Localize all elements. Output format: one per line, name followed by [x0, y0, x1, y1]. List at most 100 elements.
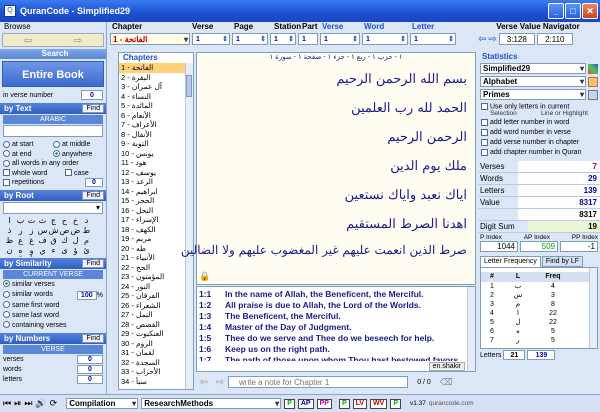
- at-start-option[interactable]: at start: [3, 140, 53, 150]
- chapter-list-item[interactable]: 19 - مريم: [119, 234, 185, 244]
- chapter-list-item[interactable]: 33 - الأحزاب: [119, 367, 185, 377]
- tag-p[interactable]: P: [284, 398, 295, 409]
- root-letter-button[interactable]: ز: [26, 226, 37, 236]
- root-letter-button[interactable]: ه: [15, 246, 26, 256]
- find-text-button[interactable]: Find: [82, 104, 104, 113]
- use-only-letters-checkbox[interactable]: Use only letters in current: [478, 101, 600, 110]
- vvn-verse-b[interactable]: 2:110: [536, 33, 573, 45]
- similarity-percent-input[interactable]: 100: [76, 290, 97, 300]
- root-letter-button[interactable]: خ: [70, 216, 81, 226]
- repetitions-checkbox[interactable]: repetitions: [3, 178, 44, 188]
- root-letter-button[interactable]: ث: [37, 216, 48, 226]
- root-letter-button[interactable]: ج: [48, 216, 59, 226]
- chapter-list-item[interactable]: 10 - يونس: [119, 149, 185, 159]
- arabic-verse[interactable]: الحمد لله رب العلمين: [199, 94, 467, 123]
- chapter-list-item[interactable]: 24 - النور: [119, 282, 185, 292]
- translation-row[interactable]: 1:5 Thee do we serve and Thee do we besee…: [199, 333, 465, 344]
- arabic-verse[interactable]: بسم الله الرحمن الرحيم: [199, 65, 467, 94]
- freq-row[interactable]: 4 ا 22: [481, 309, 597, 318]
- translation-row[interactable]: 1:7 The path of those upon whom Thou hast…: [199, 355, 465, 361]
- chapter-list-item[interactable]: 26 - الشعراء: [119, 301, 185, 311]
- root-letter-button[interactable]: س: [37, 226, 48, 236]
- root-letter-button[interactable]: ئ: [81, 246, 92, 256]
- chapter-list-item[interactable]: 28 - القصص: [119, 320, 185, 330]
- chapter-list-item[interactable]: 5 - المائدة: [119, 101, 185, 111]
- similar-verses-option[interactable]: similar verses: [3, 280, 103, 290]
- chapter-list-item[interactable]: 17 - الإسراء: [119, 215, 185, 225]
- verse-number-input[interactable]: 0: [81, 90, 103, 100]
- tag-p3[interactable]: P: [390, 398, 401, 409]
- chapter-list-item[interactable]: 4 - النساء: [119, 92, 185, 102]
- chapter-list-item[interactable]: 22 - الحج: [119, 263, 185, 273]
- note-input[interactable]: [228, 376, 408, 388]
- add-number-checkbox[interactable]: add word number in verse: [481, 128, 597, 138]
- tag-pp[interactable]: PP: [316, 398, 332, 409]
- chapter-list-item[interactable]: 23 - المؤمنون: [119, 272, 185, 282]
- freq-scrollbar[interactable]: [589, 268, 597, 349]
- same-first-word-option[interactable]: same first word: [3, 301, 103, 311]
- root-letter-button[interactable]: د: [81, 216, 92, 226]
- root-letter-button[interactable]: ش: [48, 226, 59, 236]
- root-select[interactable]: ▾: [3, 201, 103, 214]
- letter-order-select[interactable]: Alphabet: [480, 76, 586, 87]
- number-row-input[interactable]: 0: [77, 375, 103, 384]
- root-letter-button[interactable]: ى: [59, 246, 70, 256]
- maximize-button[interactable]: □: [565, 3, 581, 19]
- freq-row[interactable]: 6 ه 5: [481, 327, 597, 336]
- chapter-list-item[interactable]: 18 - الكهف: [119, 225, 185, 235]
- chapter-list-item[interactable]: 1 - الفاتحة: [119, 63, 185, 73]
- station-spinner[interactable]: 1 ⇕: [270, 33, 296, 45]
- chapter-list-item[interactable]: 11 - هود: [119, 158, 185, 168]
- root-letter-button[interactable]: ؤ: [70, 246, 81, 256]
- translation-scrollbar[interactable]: [467, 287, 475, 371]
- arabic-verse[interactable]: اهدنا الصرط المستقيم: [199, 210, 467, 239]
- numbers-icon[interactable]: [588, 89, 598, 100]
- chapter-list-item[interactable]: 32 - السجدة: [119, 358, 185, 368]
- root-letter-button[interactable]: ح: [59, 216, 70, 226]
- part-verse-spinner[interactable]: 1 ⇕: [320, 33, 360, 45]
- root-letter-button[interactable]: ق: [48, 236, 59, 246]
- root-letter-button[interactable]: ض: [70, 226, 81, 236]
- add-number-checkbox[interactable]: add chapter number in Quran: [481, 148, 597, 158]
- lock-icon[interactable]: 🔒: [199, 271, 210, 282]
- root-letter-button[interactable]: ي: [37, 246, 48, 256]
- translator-select[interactable]: en.shakir: [428, 362, 465, 371]
- tag-ap[interactable]: AP: [297, 398, 314, 409]
- text-mode-select[interactable]: Simplified29: [480, 63, 586, 74]
- arabic-verse[interactable]: صرط الذين انعمت عليهم غير المغضوب عليهم …: [181, 239, 467, 261]
- chapter-list-item[interactable]: 30 - الروم: [119, 339, 185, 349]
- translation-row[interactable]: 1:2 All praise is due to Allah, the Lord …: [199, 300, 465, 311]
- text-search-input[interactable]: [3, 125, 103, 137]
- root-letter-button[interactable]: آ: [15, 256, 26, 257]
- find-similar-button[interactable]: Find: [82, 258, 104, 268]
- chapter-list-item[interactable]: 34 - سبأ: [119, 377, 185, 387]
- chapter-list-item[interactable]: 7 - الأعراف: [119, 120, 185, 130]
- letter-spinner[interactable]: 1 ⇕: [410, 33, 456, 45]
- freq-row[interactable]: 5 ل 22: [481, 318, 597, 327]
- freq-row[interactable]: 7 ر 5: [481, 336, 597, 345]
- chapter-list-item[interactable]: 31 - لقمان: [119, 348, 185, 358]
- similar-words-option[interactable]: similar words: [3, 290, 53, 300]
- find-numbers-button[interactable]: Find: [82, 333, 104, 343]
- chapter-list-item[interactable]: 12 - يوسف: [119, 168, 185, 178]
- entire-book-button[interactable]: Entire Book: [2, 61, 104, 87]
- minimize-button[interactable]: _: [548, 3, 564, 19]
- any-order-option[interactable]: all words in any order: [3, 159, 103, 169]
- root-letter-button[interactable]: ط: [81, 226, 92, 236]
- chapter-list-item[interactable]: 29 - العنكبوت: [119, 329, 185, 339]
- note-prev-icon[interactable]: ⇦: [196, 377, 212, 388]
- chapters-scrollbar[interactable]: [185, 63, 193, 389]
- root-letter-button[interactable]: ظ: [4, 236, 15, 246]
- vvn-prev-icon[interactable]: ⇦: [478, 34, 486, 45]
- root-letter-button[interactable]: ف: [37, 236, 48, 246]
- arabic-verse[interactable]: الرحمن الرحيم: [199, 123, 467, 152]
- order-icon[interactable]: [588, 76, 598, 87]
- number-type-select[interactable]: Primes: [480, 89, 586, 100]
- chapter-list-item[interactable]: 2 - البقرة: [119, 73, 185, 83]
- root-letter-button[interactable]: إ: [37, 256, 48, 257]
- repeat-icon[interactable]: ⟳: [50, 398, 58, 409]
- case-checkbox[interactable]: case: [65, 169, 89, 179]
- play-icon[interactable]: ⏮: [3, 398, 11, 409]
- at-middle-option[interactable]: at middle: [53, 140, 90, 150]
- word-spinner[interactable]: 1 ⇕: [362, 33, 408, 45]
